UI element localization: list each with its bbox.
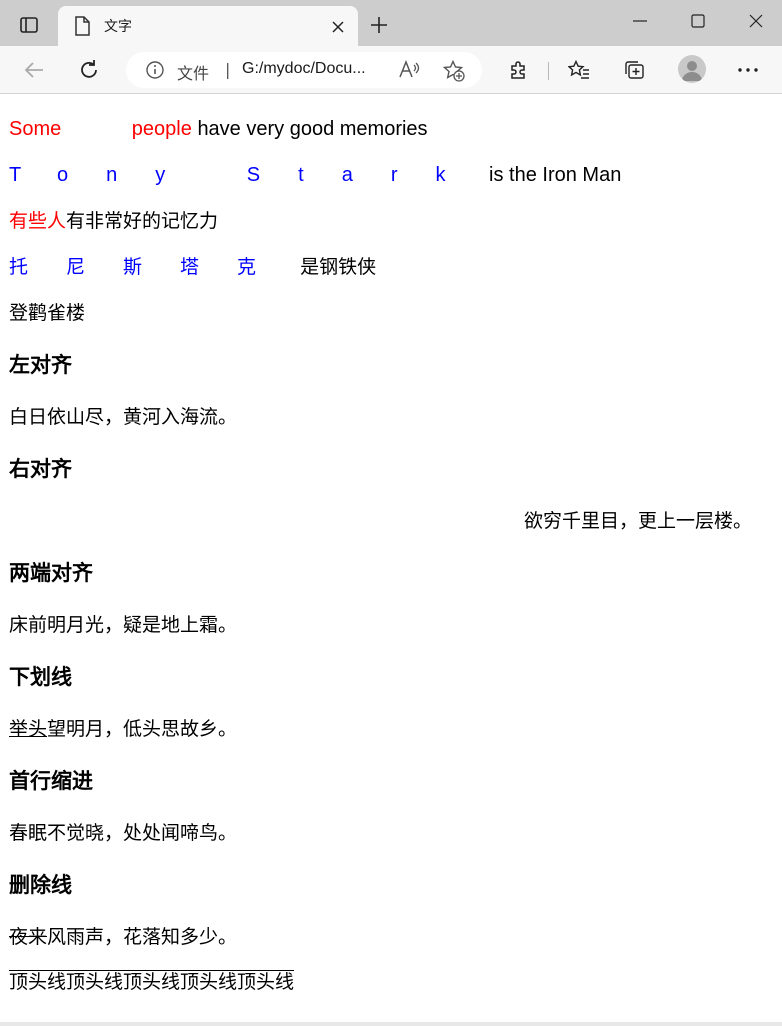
underlined-text: 举头 — [9, 718, 48, 740]
minimize-icon[interactable] — [620, 8, 660, 34]
tab-actions-icon[interactable] — [14, 12, 44, 38]
window-close-icon[interactable] — [736, 8, 776, 34]
heading-strikethrough: 删除线 — [9, 873, 72, 897]
heading-text-indent: 首行缩进 — [9, 769, 93, 793]
letter-spacing-line: Tony Stark is the Iron Man — [9, 163, 621, 187]
address-bar[interactable]: 文件 | G:/mydoc/Docu... — [126, 52, 482, 88]
plain-text: is the Iron Man — [489, 164, 622, 186]
poem-title: 登鹳雀楼 — [9, 302, 86, 324]
avatar-icon[interactable] — [678, 55, 706, 83]
page-content: Some people have very good memories Tony… — [0, 95, 782, 1026]
heading-justify: 两端对齐 — [9, 561, 93, 585]
letter-spacing-text: Tony Stark — [9, 164, 484, 186]
plain-text: 风雨声，花落知多少。 — [47, 926, 238, 948]
cn-letter-spacing-line: 托尼斯塔克 是钢铁侠 — [9, 255, 376, 279]
heading-underline: 下划线 — [9, 665, 72, 689]
right-aligned-text: 欲穷千里目，更上一层楼。 — [523, 510, 752, 532]
refresh-icon[interactable] — [73, 54, 105, 86]
underline-line: 举头望明月，低头思故乡。 — [9, 717, 237, 741]
more-icon[interactable] — [732, 54, 764, 86]
toolbar-divider — [548, 62, 549, 80]
browser-tab[interactable]: 文字 — [58, 6, 358, 46]
indented-text: 春眠不觉晓，处处闻啼鸟。 — [9, 822, 238, 844]
cn-word-spacing-line: 有些人有非常好的记忆力 — [9, 209, 218, 233]
back-icon[interactable] — [18, 54, 50, 86]
collections-icon[interactable] — [618, 54, 650, 86]
plain-text: 是钢铁侠 — [300, 256, 377, 278]
overline-line: 顶头线顶头线顶头线顶头线顶头线 — [9, 970, 294, 994]
tab-title: 文字 — [104, 19, 132, 35]
page-bottom-edge — [0, 1022, 782, 1026]
plus-icon[interactable] — [366, 12, 392, 38]
add-favorite-icon[interactable] — [442, 59, 465, 82]
address-separator: | — [225, 60, 231, 79]
page-icon — [74, 16, 90, 36]
heading-right-align: 右对齐 — [9, 457, 72, 481]
close-icon[interactable] — [328, 17, 348, 37]
address-file-label: 文件 — [177, 64, 210, 83]
favorites-icon[interactable] — [563, 54, 595, 86]
plain-text: 望明月，低头思故乡。 — [47, 718, 238, 740]
left-aligned-text: 白日依山尽，黄河入海流。 — [9, 406, 238, 428]
cn-colored-text: 有些人 — [9, 210, 67, 232]
title-bar: 文字 — [0, 0, 782, 46]
info-icon[interactable] — [146, 61, 164, 79]
overline-text: 顶头线顶头线顶头线顶头线顶头线 — [9, 971, 295, 993]
strikethrough-text: 夜来 — [9, 926, 48, 948]
plain-text: have very good memories — [197, 118, 428, 140]
word-spacing-line: Some people have very good memories — [9, 117, 428, 141]
plain-text: 有非常好的记忆力 — [66, 210, 219, 232]
address-url[interactable]: G:/mydoc/Docu... — [242, 60, 366, 78]
justified-text: 床前明月光，疑是地上霜。 — [9, 614, 238, 636]
word-spacing-text: Some people — [9, 118, 192, 140]
read-aloud-icon[interactable] — [399, 59, 421, 80]
strikethrough-line: 夜来风雨声，花落知多少。 — [9, 925, 237, 949]
heading-left-align: 左对齐 — [9, 353, 72, 377]
cn-letter-spacing-text: 托尼斯塔克 — [9, 256, 295, 278]
maximize-icon[interactable] — [678, 8, 718, 34]
extensions-icon[interactable] — [502, 54, 534, 86]
browser-toolbar: 文件 | G:/mydoc/Docu... — [0, 46, 782, 94]
